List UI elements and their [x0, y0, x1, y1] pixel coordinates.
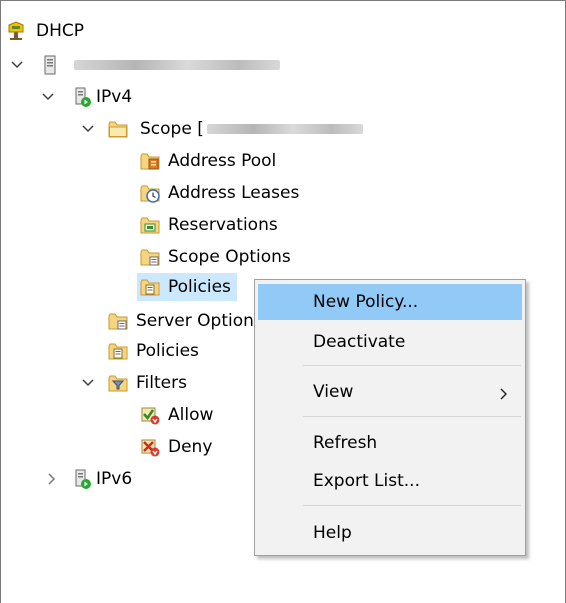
menu-item-export-list[interactable]: Export List...	[258, 463, 522, 499]
tree-node-label: Policies	[168, 277, 231, 297]
collapse-chevron-icon[interactable]	[40, 89, 56, 105]
redacted-server-name	[74, 60, 280, 70]
address-leases-icon	[140, 183, 160, 203]
context-menu: New Policy... Deactivate View Refresh Ex…	[254, 279, 526, 556]
tree-node-label: Server Options	[136, 311, 263, 331]
filters-icon	[108, 373, 128, 393]
tree-node-label: Filters	[136, 373, 187, 393]
menu-separator	[303, 505, 521, 506]
tree-node-scope[interactable]: Scope [	[108, 116, 363, 142]
collapse-chevron-icon[interactable]	[80, 375, 96, 391]
menu-item-label: Deactivate	[313, 332, 406, 352]
expand-chevron-icon[interactable]	[44, 471, 60, 487]
address-pool-icon	[140, 151, 160, 171]
folder-icon	[108, 119, 128, 139]
menu-item-help[interactable]: Help	[258, 515, 522, 551]
deny-filter-icon	[140, 437, 160, 457]
menu-item-label: Help	[313, 523, 352, 543]
tree-node-label: Address Leases	[168, 183, 300, 203]
dhcp-icon	[6, 21, 26, 41]
menu-item-view[interactable]: View	[258, 374, 522, 410]
tree-node-filters[interactable]: Filters	[108, 370, 187, 396]
tree-node-scope-policies[interactable]: Policies	[137, 273, 237, 301]
tree-node-label: Scope [	[140, 119, 204, 139]
tree-node-label: Address Pool	[168, 151, 277, 171]
reservations-icon	[140, 215, 160, 235]
tree-node-server-policies[interactable]: Policies	[108, 338, 199, 364]
menu-item-deactivate[interactable]: Deactivate	[258, 324, 522, 360]
tree-node-label: Scope Options	[168, 247, 291, 267]
tree-node-allow[interactable]: Allow	[140, 402, 213, 428]
tree-node-label: Reservations	[168, 215, 278, 235]
menu-item-label: View	[313, 382, 354, 402]
menu-separator	[303, 416, 521, 417]
tree-node-label: Deny	[168, 437, 213, 457]
window-border-left	[0, 0, 1, 603]
menu-item-label: Export List...	[313, 471, 420, 491]
menu-item-refresh[interactable]: Refresh	[258, 425, 522, 461]
tree-node-ipv6[interactable]: IPv6	[72, 466, 132, 492]
tree-node-server[interactable]	[40, 52, 280, 78]
server-options-icon	[108, 311, 128, 331]
redacted-scope-name	[206, 124, 363, 134]
tree-node-reservations[interactable]: Reservations	[140, 212, 278, 238]
menu-item-new-policy[interactable]: New Policy...	[258, 284, 522, 320]
tree-node-server-options[interactable]: Server Options	[108, 308, 263, 334]
tree-node-address-leases[interactable]: Address Leases	[140, 180, 299, 206]
window-border-top	[0, 0, 566, 1]
submenu-arrow-icon	[500, 385, 508, 405]
collapse-chevron-icon[interactable]	[9, 57, 25, 73]
tree-node-ipv4[interactable]: IPv4	[72, 84, 132, 110]
tree-node-dhcp[interactable]: DHCP	[6, 18, 84, 44]
policies-icon	[108, 341, 128, 361]
ipv6-icon	[72, 469, 92, 489]
allow-filter-icon	[140, 405, 160, 425]
menu-item-label: Refresh	[313, 433, 378, 453]
tree-node-label: IPv6	[96, 469, 133, 489]
menu-separator	[303, 365, 521, 366]
tree-node-label: IPv4	[96, 87, 133, 107]
policies-icon	[140, 277, 160, 297]
tree-node-scope-options[interactable]: Scope Options	[140, 244, 291, 270]
tree-node-label: Policies	[136, 341, 199, 361]
menu-item-label: New Policy...	[313, 292, 419, 312]
ipv4-icon	[72, 87, 92, 107]
tree-node-address-pool[interactable]: Address Pool	[140, 148, 276, 174]
collapse-chevron-icon[interactable]	[80, 121, 96, 137]
tree-node-deny[interactable]: Deny	[140, 434, 212, 460]
tree-node-label: DHCP	[36, 21, 84, 41]
tree-node-label: Allow	[168, 405, 214, 425]
scope-options-icon	[140, 247, 160, 267]
server-icon	[40, 55, 60, 75]
